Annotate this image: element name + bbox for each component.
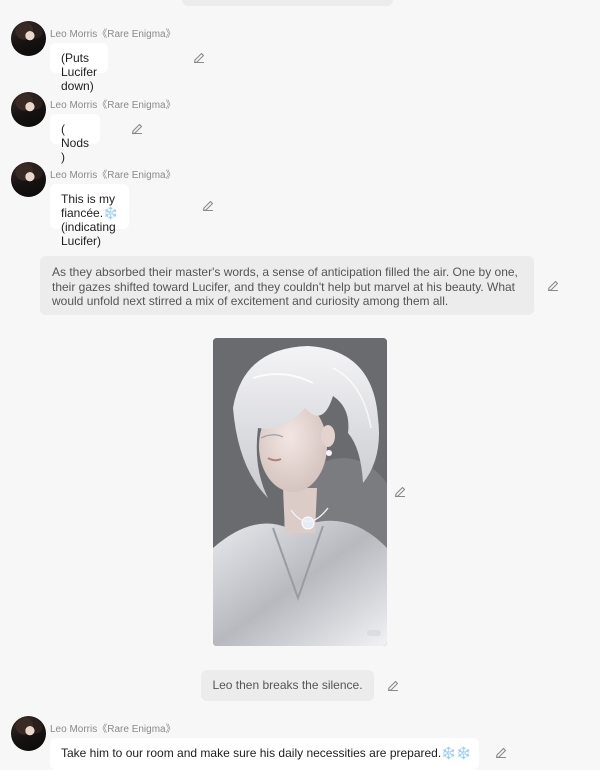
sender-name: Leo Morris《Rare Enigma》	[50, 170, 176, 181]
sender-name: Leo Morris《Rare Enigma》	[50, 724, 176, 735]
edit-icon[interactable]	[130, 122, 144, 136]
avatar[interactable]	[11, 21, 46, 56]
edit-icon[interactable]	[386, 679, 400, 693]
message-bubble: This is my fiancée.❄️ (indicating Lucife…	[50, 184, 129, 248]
edit-icon[interactable]	[192, 51, 206, 65]
edit-icon[interactable]	[494, 746, 508, 760]
sender-name: Leo Morris《Rare Enigma》	[50, 29, 176, 40]
edit-icon[interactable]	[201, 199, 215, 213]
message-bubble: ( Nods )	[50, 114, 100, 164]
narration-text: As they absorbed their master's words, a…	[40, 256, 534, 315]
edit-icon[interactable]	[546, 279, 560, 293]
message-bubble: (Puts Lucifer down)	[50, 43, 109, 93]
avatar[interactable]	[11, 92, 46, 127]
edit-icon[interactable]	[393, 485, 407, 499]
character-portrait-image[interactable]	[213, 338, 387, 646]
sender-name: Leo Morris《Rare Enigma》	[50, 100, 176, 111]
system-note: Leo then breaks the silence.	[201, 670, 374, 701]
message-bubble: Take him to our room and make sure his d…	[50, 738, 479, 770]
avatar[interactable]	[11, 716, 46, 751]
avatar[interactable]	[11, 162, 46, 197]
previous-message-stub	[182, 0, 393, 6]
